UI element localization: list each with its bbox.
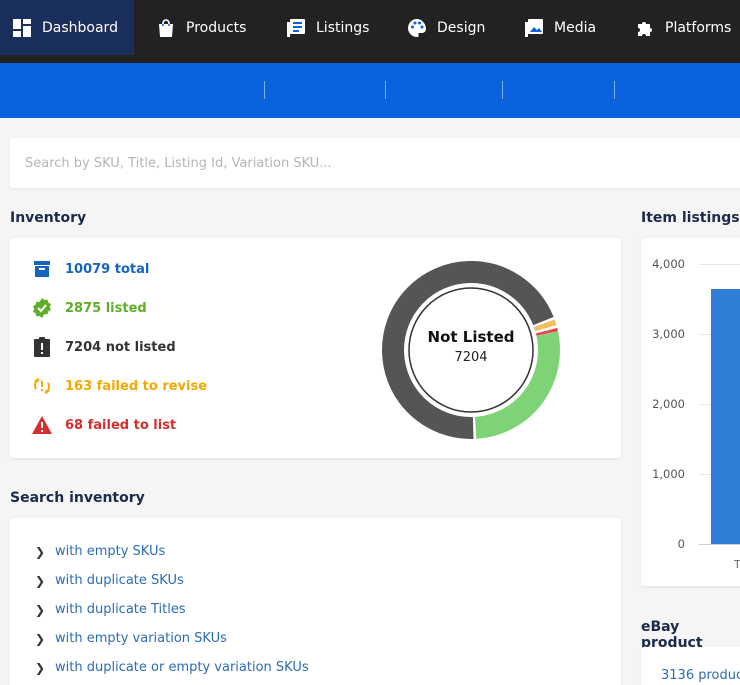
stat-not-listed-text: 7204 not listed [65, 339, 176, 355]
stat-not-listed[interactable]: 7204 not listed [32, 337, 176, 357]
image-icon [524, 18, 544, 38]
y-tick-label: 1,000 [652, 467, 685, 481]
nav-products[interactable]: Products [156, 0, 246, 55]
item-listings-title: Item listings [641, 210, 740, 226]
y-tick-label: 0 [677, 537, 685, 551]
y-tick-label: 3,000 [652, 327, 685, 341]
link-text[interactable]: with duplicate Titles [55, 602, 186, 617]
nav-listings[interactable]: Listings [286, 0, 369, 55]
stat-failed-revise-text: 163 failed to revise [65, 378, 208, 394]
search-link-duplicate-titles[interactable]: ❯ with duplicate Titles [35, 602, 186, 617]
nav-dashboard[interactable]: Dashboard [0, 0, 134, 55]
main-nav [0, 63, 740, 118]
nav-divider [614, 81, 615, 99]
stat-total[interactable]: 10079 total [32, 259, 149, 279]
chart-bar[interactable] [711, 288, 740, 544]
inventory-donut-chart: Not Listed 7204 [379, 258, 563, 442]
link-text[interactable]: with empty variation SKUs [55, 631, 227, 646]
search-inventory-title: Search inventory [10, 490, 145, 506]
search-link-empty-variation-skus[interactable]: ❯ with empty variation SKUs [35, 631, 227, 646]
search-link-empty-skus[interactable]: ❯ with empty SKUs [35, 544, 165, 559]
nav-divider [264, 81, 265, 99]
nav-media[interactable]: Media [524, 0, 596, 55]
nav-listings-label: Listings [316, 19, 370, 36]
stat-total-text: 10079 total [65, 261, 150, 277]
warning-triangle-icon [32, 415, 52, 435]
nav-dashboard-label: Dashboard [42, 19, 118, 36]
link-text[interactable]: with empty SKUs [55, 544, 165, 559]
puzzle-icon [635, 18, 655, 38]
dashboard-icon [12, 18, 32, 38]
nav-media-label: Media [554, 19, 597, 36]
archive-box-icon [32, 259, 52, 279]
item-listings-card: 4,000 3,000 2,000 1,000 0 T [641, 238, 740, 586]
search-link-duplicate-skus[interactable]: ❯ with duplicate SKUs [35, 573, 184, 588]
chevron-right-icon: ❯ [35, 602, 46, 617]
nav-design-label: Design [437, 19, 486, 36]
search-bar [10, 138, 740, 188]
nav-design[interactable]: Design [407, 0, 485, 55]
inventory-card: 10079 total 2875 listed 7204 not listed … [10, 238, 621, 458]
nav-divider [385, 81, 386, 99]
donut-center-title: Not Listed [427, 328, 515, 346]
search-inventory-card: ❯ with empty SKUs ❯ with duplicate SKUs … [10, 518, 621, 685]
search-link-duplicate-or-empty-variation-skus[interactable]: ❯ with duplicate or empty variation SKUs [35, 660, 309, 675]
stat-failed-list[interactable]: 68 failed to list [32, 415, 176, 435]
donut-center-label: Not Listed 7204 [379, 328, 563, 365]
palette-icon [407, 18, 427, 38]
nav-platforms[interactable]: Platforms [635, 0, 731, 55]
y-tick-label: 4,000 [652, 257, 685, 271]
ebay-product-card: 3136 product [641, 647, 740, 685]
listings-icon [286, 18, 306, 38]
y-tick-label: 2,000 [652, 397, 685, 411]
link-text[interactable]: with duplicate or empty variation SKUs [55, 660, 309, 675]
inventory-title: Inventory [10, 210, 87, 226]
search-input[interactable] [10, 138, 740, 188]
nav-platforms-label: Platforms [665, 19, 732, 36]
nav-products-label: Products [186, 19, 247, 36]
gridline [699, 264, 740, 265]
ebay-product-count-link[interactable]: 3136 product [661, 668, 740, 683]
check-badge-icon [32, 298, 52, 318]
link-text[interactable]: with duplicate SKUs [55, 573, 184, 588]
stat-failed-list-text: 68 failed to list [65, 417, 177, 433]
stat-listed[interactable]: 2875 listed [32, 298, 147, 318]
chevron-right-icon: ❯ [35, 660, 46, 675]
stat-listed-text: 2875 listed [65, 300, 147, 316]
shopping-bag-icon [156, 18, 176, 38]
sync-alert-icon [32, 376, 52, 396]
stat-failed-revise[interactable]: 163 failed to revise [32, 376, 207, 396]
donut-center-value: 7204 [454, 350, 488, 365]
x-category-label: T [734, 558, 740, 571]
chevron-right-icon: ❯ [35, 631, 46, 646]
nav-divider [502, 81, 503, 99]
clipboard-alert-icon [32, 337, 52, 357]
x-axis-line [699, 544, 740, 545]
chevron-right-icon: ❯ [35, 573, 46, 588]
chevron-right-icon: ❯ [35, 544, 46, 559]
